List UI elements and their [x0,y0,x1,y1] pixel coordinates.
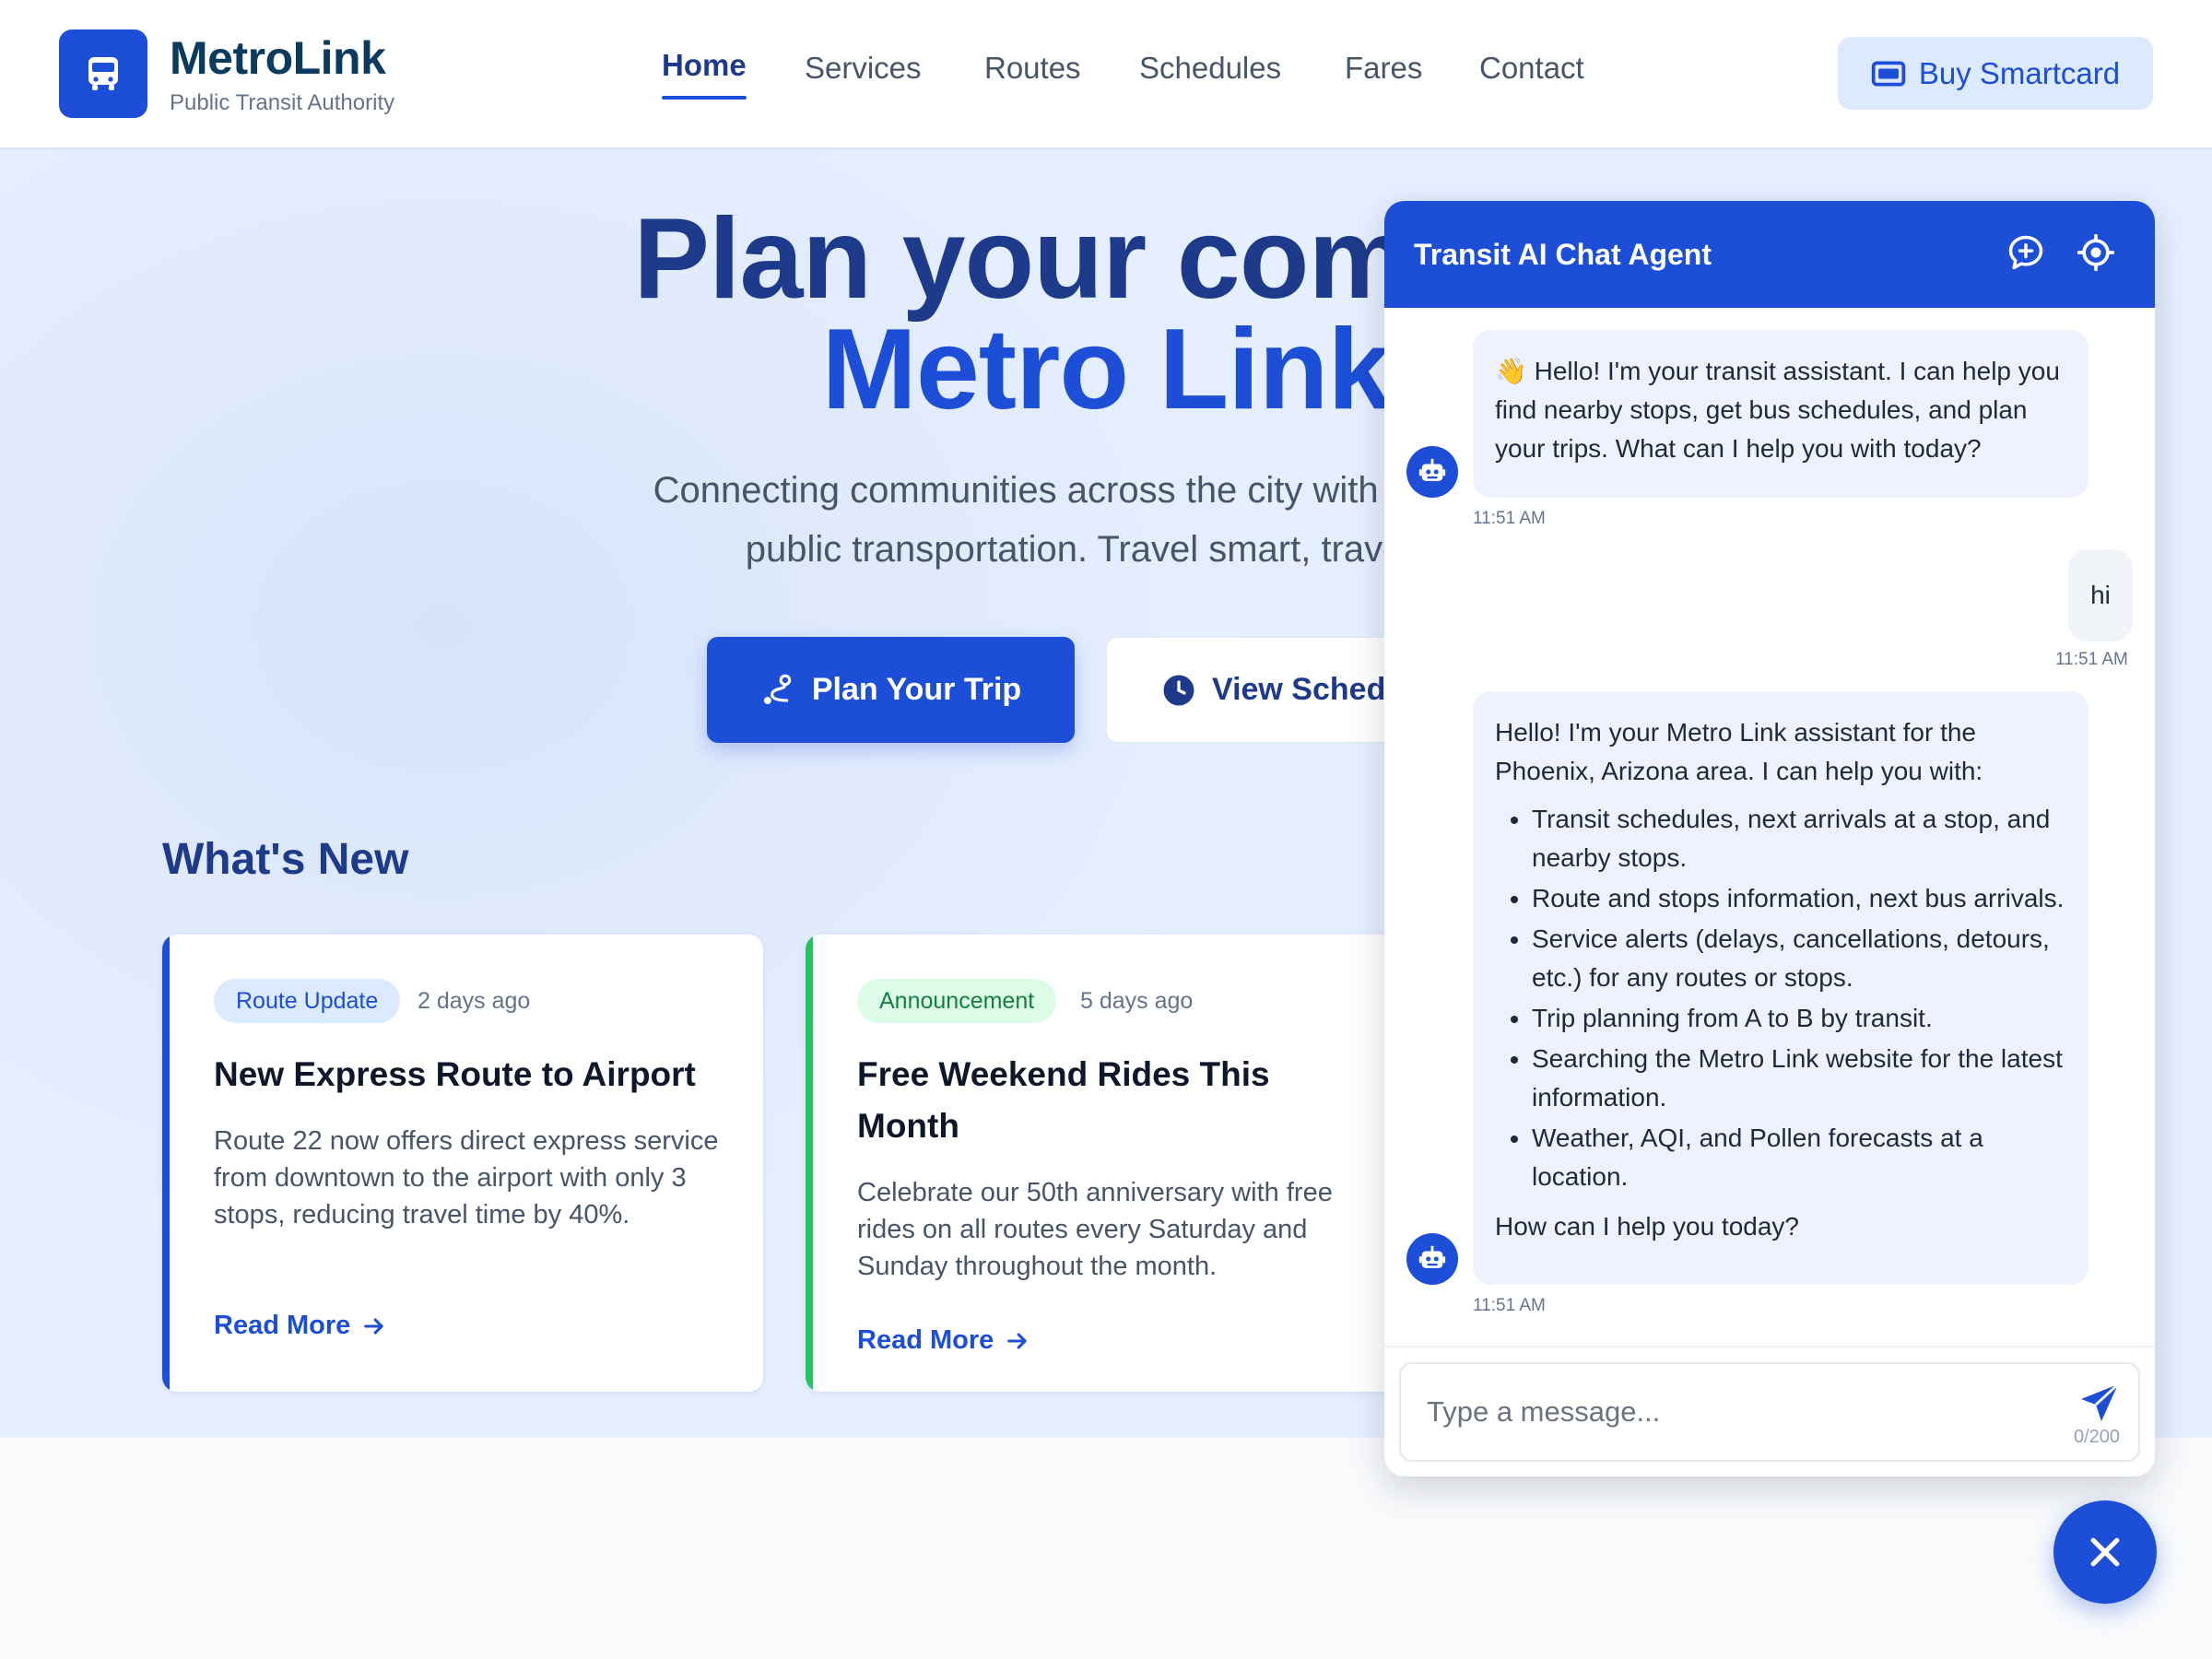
nav-services[interactable]: Services [805,51,922,86]
news-body: Route 22 now offers direct express servi… [214,1126,719,1230]
bot-message-intro: Hello! I'm your Metro Link assistant for… [1495,718,1983,785]
message-timestamp: 11:51 AM [1473,1296,1546,1315]
plan-trip-button[interactable]: Plan Your Trip [707,637,1075,743]
bot-message-outro: How can I help you today? [1495,1212,1799,1241]
chat-message-input[interactable] [1399,1362,2140,1462]
locate-icon[interactable] [2076,232,2116,273]
user-message: hi [2068,549,2133,641]
nav-contact[interactable]: Contact [1479,51,1584,86]
message-timestamp: 11:51 AM [2055,650,2128,669]
news-time: 5 days ago [1080,988,1194,1014]
news-card: Route Update 2 days ago New Express Rout… [162,935,763,1392]
capabilities-list: Transit schedules, next arrivals at a st… [1532,800,2066,1196]
route-icon [763,674,792,704]
card-icon [1871,60,1906,87]
nav-home[interactable]: Home [662,48,747,83]
brand-tagline: Public Transit Authority [170,90,395,115]
chat-plus-icon[interactable] [2006,232,2046,273]
bot-avatar [1406,1233,1458,1285]
nav-schedules[interactable]: Schedules [1139,51,1281,86]
list-item: Transit schedules, next arrivals at a st… [1532,800,2066,877]
list-item: Weather, AQI, and Pollen forecasts at a … [1532,1119,2066,1196]
bot-avatar [1406,446,1458,498]
read-more-label: Read More [857,1325,994,1355]
site-header: MetroLink Public Transit Authority Home … [0,0,2212,147]
chat-panel: Transit AI Chat Agent 👋 Hello! I'm your … [1384,201,2155,1477]
bot-message: 👋 Hello! I'm your transit assistant. I c… [1473,330,2088,498]
arrow-right-icon [364,1317,383,1335]
category-badge: Announcement [857,979,1057,1023]
news-title: New Express Route to Airport [214,1055,696,1093]
arrow-right-icon [1007,1332,1027,1349]
whats-new-heading: What's New [162,835,409,884]
message-timestamp: 11:51 AM [1473,509,1546,528]
chat-title: Transit AI Chat Agent [1414,238,1712,271]
logo[interactable] [59,29,147,118]
news-time: 2 days ago [418,988,531,1014]
read-more-label: Read More [214,1311,351,1340]
view-schedules-label: View Sched [1212,672,1386,707]
read-more-link[interactable]: Read More [214,1311,387,1341]
bus-icon [88,57,118,90]
bot-message: Hello! I'm your Metro Link assistant for… [1473,691,2088,1285]
robot-icon [1418,458,1446,481]
news-title: Free Weekend Rides This Month [857,1055,1270,1145]
char-counter: 0/200 [2074,1427,2121,1447]
close-chat-button[interactable] [2053,1500,2157,1604]
list-item: Searching the Metro Link website for the… [1532,1040,2066,1117]
brand-name[interactable]: MetroLink [170,31,386,85]
read-more-link[interactable]: Read More [857,1325,1030,1356]
nav-routes[interactable]: Routes [984,51,1081,86]
active-nav-indicator [662,96,747,100]
news-body: Celebrate our 50th anniversary with free… [857,1178,1333,1281]
nav-fares[interactable]: Fares [1345,51,1422,86]
chat-header: Transit AI Chat Agent [1384,201,2155,308]
list-item: Trip planning from A to B by transit. [1532,999,2066,1038]
close-icon [2090,1537,2120,1567]
news-card: Announcement 5 days ago Free Weekend Rid… [806,935,1414,1392]
list-item: Service alerts (delays, cancellations, d… [1532,920,2066,997]
buy-smartcard-button[interactable]: Buy Smartcard [1838,37,2153,110]
category-badge: Route Update [214,979,401,1023]
robot-icon [1418,1245,1446,1268]
buy-smartcard-label: Buy Smartcard [1918,55,2121,90]
plan-trip-label: Plan Your Trip [811,672,1022,707]
chat-divider [1384,1346,2155,1347]
send-icon[interactable] [2077,1381,2122,1425]
clock-icon [1163,675,1194,705]
list-item: Route and stops information, next bus ar… [1532,879,2066,918]
